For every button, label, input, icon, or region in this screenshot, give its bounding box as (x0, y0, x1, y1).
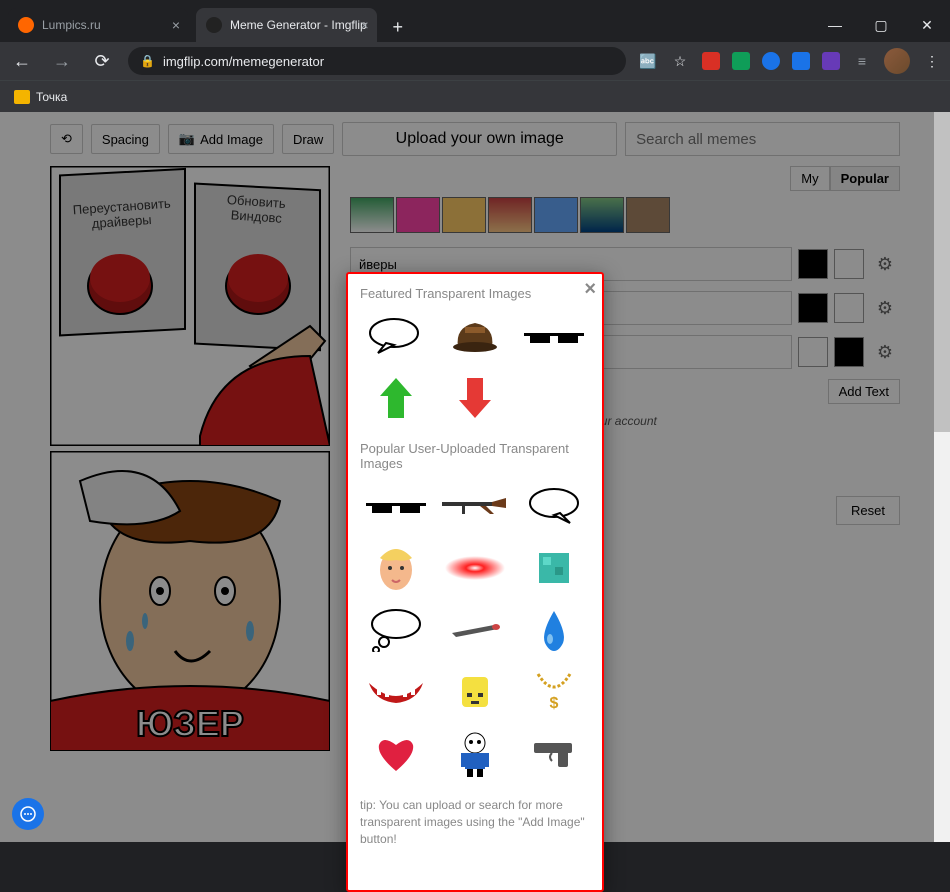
sticker-deal-glasses[interactable] (519, 311, 590, 361)
sticker-ak47[interactable] (439, 481, 510, 531)
reading-list-icon[interactable]: ≡ (852, 51, 872, 71)
folder-icon (14, 90, 30, 104)
tab-label: Lumpics.ru (42, 18, 101, 32)
tab-favicon-icon (206, 17, 222, 33)
extension-icon[interactable] (732, 52, 750, 70)
lock-icon: 🔒 (140, 54, 155, 68)
sticker-speech-bubble-2[interactable] (519, 481, 590, 531)
sticker-red-heart[interactable] (360, 729, 431, 779)
tab-close-icon[interactable]: × (172, 17, 180, 33)
reload-button[interactable]: ⟳ (88, 51, 116, 72)
star-icon[interactable]: ☆ (670, 51, 690, 71)
tab-label: Meme Generator - Imgflip (230, 18, 367, 32)
profile-avatar[interactable] (884, 48, 910, 74)
minimize-button[interactable]: — (812, 8, 858, 42)
extension-icon[interactable] (702, 52, 720, 70)
bookmark-label[interactable]: Точка (36, 90, 67, 104)
toolbar-icons: 🔤 ☆ ≡ ⋮ (638, 48, 942, 74)
sticker-gold-chain[interactable]: $ (519, 667, 590, 717)
browser-toolbar: ← → ⟳ 🔒 imgflip.com/memegenerator 🔤 ☆ ≡ … (0, 42, 950, 80)
sticker-sans[interactable] (439, 729, 510, 779)
sticker-green-up-arrow[interactable] (360, 373, 431, 423)
translate-icon[interactable]: 🔤 (638, 51, 658, 71)
sticker-red-down-arrow[interactable] (439, 373, 510, 423)
menu-icon[interactable]: ⋮ (922, 51, 942, 71)
sticker-trump-face[interactable] (360, 543, 431, 593)
chat-icon (20, 806, 36, 822)
close-button[interactable]: ✕ (904, 8, 950, 42)
scrollbar[interactable] (934, 112, 950, 842)
extension-icon[interactable] (762, 52, 780, 70)
sticker-red-laser[interactable] (439, 543, 510, 593)
modal-section-title: Popular User-Uploaded Transparent Images (360, 441, 590, 471)
new-tab-button[interactable]: + (383, 12, 413, 42)
browser-tab-imgflip[interactable]: Meme Generator - Imgflip × (196, 8, 377, 42)
window-controls: — ▢ ✕ (812, 8, 950, 42)
extension-icon[interactable] (822, 52, 840, 70)
sticker-water-drop[interactable] (519, 605, 590, 655)
featured-grid (360, 311, 590, 423)
popular-grid: $ (360, 481, 590, 779)
tab-close-icon[interactable]: × (361, 17, 369, 33)
sticker-joint[interactable] (439, 605, 510, 655)
browser-tab-lumpics[interactable]: Lumpics.ru × (8, 8, 188, 42)
scrollthumb[interactable] (934, 112, 950, 432)
sticker-oof-head[interactable] (439, 667, 510, 717)
svg-text:$: $ (550, 695, 559, 712)
sticker-scumbag-hat[interactable] (439, 311, 510, 361)
back-button[interactable]: ← (8, 51, 36, 72)
bookmarks-bar: Точка (0, 80, 950, 112)
modal-section-title: Featured Transparent Images (360, 286, 590, 301)
modal-close-button[interactable]: × (584, 278, 596, 301)
sticker-joker-smile[interactable] (360, 667, 431, 717)
url-text: imgflip.com/memegenerator (163, 54, 324, 69)
sticker-diamond-block[interactable] (519, 543, 590, 593)
address-bar[interactable]: 🔒 imgflip.com/memegenerator (128, 47, 626, 75)
sticker-thought-bubble[interactable] (360, 605, 431, 655)
forward-button[interactable]: → (48, 51, 76, 72)
extension-icon[interactable] (792, 52, 810, 70)
transparent-images-modal: × Featured Transparent Images Popular Us… (346, 272, 604, 892)
modal-tip: tip: You can upload or search for more t… (360, 797, 590, 847)
browser-titlebar: Lumpics.ru × Meme Generator - Imgflip × … (0, 0, 950, 42)
sticker-speech-bubble[interactable] (360, 311, 431, 361)
maximize-button[interactable]: ▢ (858, 8, 904, 42)
page-content: ⟲ Spacing 📷Add Image Draw Upload your ow… (0, 112, 950, 842)
chat-bubble-button[interactable] (12, 798, 44, 830)
sticker-deal-glasses-2[interactable] (360, 481, 431, 531)
sticker-empty (519, 373, 590, 423)
sticker-gun[interactable] (519, 729, 590, 779)
tab-favicon-icon (18, 17, 34, 33)
